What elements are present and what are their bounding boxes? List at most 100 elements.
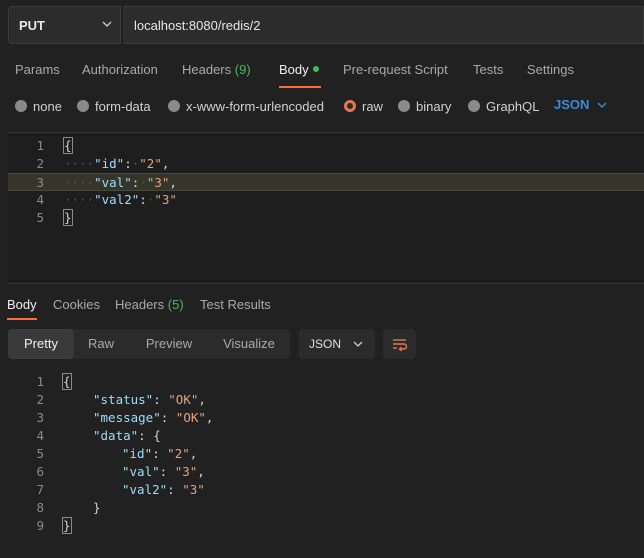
tab-label: Authorization [82,62,158,77]
separator: , [197,464,205,479]
json-key: "val2" [94,192,140,207]
tab-label: Tests [473,62,504,77]
json-key: "val" [94,175,132,190]
radio-circle [398,100,410,112]
json-value: "OK" [175,410,206,425]
chevron-down-icon [597,102,607,108]
code-line: 1 { [8,137,644,155]
tab-label: Settings [527,62,574,77]
view-mode-label: Pretty [24,336,58,351]
tab-label: Body [7,297,37,312]
tab-body[interactable]: Body [279,62,319,77]
view-mode-label: Visualize [223,336,275,351]
url-input[interactable]: localhost:8080/redis/2 [123,6,644,44]
response-tab-headers[interactable]: Headers (5) [115,297,184,312]
chevron-down-icon [102,21,112,27]
tab-tests[interactable]: Tests [473,62,503,77]
tab-authorization[interactable]: Authorization [82,62,158,77]
tab-label: Body [279,62,309,77]
radio-circle [468,100,480,112]
radio-circle-selected [344,100,356,112]
code-line: 7 "val2": "3" [0,481,636,499]
response-tab-test-results[interactable]: Test Results [200,297,271,312]
radio-form-data[interactable]: form-data [77,97,151,115]
open-brace: { [62,373,72,390]
view-mode-label: Preview [145,336,193,351]
radio-graphql[interactable]: GraphQL [468,97,539,115]
open-brace: { [153,428,161,443]
view-mode-pretty[interactable]: Pretty [8,329,74,359]
close-brace: } [93,500,101,515]
tab-label: Headers [115,297,165,312]
json-key: "id" [94,156,125,171]
json-value: "2" [139,156,162,171]
response-format-select[interactable]: JSON [299,329,375,359]
tab-pre-request-script[interactable]: Pre-request Script [343,62,448,77]
radio-circle [168,100,180,112]
line-number: 9 [36,518,44,533]
line-number: 3 [36,175,44,190]
line-number: 8 [36,500,44,515]
code-line: 2 ····"id":·"2", [8,155,644,173]
response-tab-cookies[interactable]: Cookies [53,297,100,312]
method-select[interactable]: PUT [8,6,121,44]
response-tab-body[interactable]: Body [7,297,37,312]
response-body-viewer: 1 { 2 "status": "OK", 3 "message": "OK",… [0,370,644,540]
open-brace: { [63,137,73,154]
radio-raw[interactable]: raw [344,97,383,115]
request-body-editor[interactable]: 1 { 2 ····"id":·"2", 3 ····"val":·"3", 4… [8,132,644,284]
url-text: localhost:8080/redis/2 [134,17,261,33]
view-mode-visualize[interactable]: Visualize [216,329,282,359]
line-number: 1 [36,138,44,153]
code-line: 1 { [0,373,636,391]
code-line: 4 "data": { [0,427,636,445]
tab-label: Params [15,62,60,77]
body-format-label: JSON [554,97,590,112]
code-line: 2 "status": "OK", [0,391,636,409]
radio-label: x-www-form-urlencoded [186,98,324,114]
view-mode-preview[interactable]: Preview [138,329,200,359]
code-line: 3 "message": "OK", [0,409,636,427]
code-line: 4 ····"val2":·"3" [8,191,644,209]
tab-settings[interactable]: Settings [527,62,574,77]
line-number: 3 [36,410,44,425]
tab-label: Headers [182,62,232,77]
separator: , [169,175,177,190]
json-value: "3" [146,175,170,190]
tab-params[interactable]: Params [15,62,60,77]
wrap-lines-icon [392,339,407,352]
radio-binary[interactable]: binary [398,97,451,115]
view-mode-switcher: Pretty Raw Preview Visualize [8,329,290,359]
method-label: PUT [19,17,45,33]
radio-label: raw [362,98,383,114]
tab-label: Test Results [200,297,271,312]
separator: , [161,156,170,171]
body-format-select[interactable]: JSON [554,97,607,112]
radio-label: form-data [95,98,151,114]
json-key: "id" [122,446,153,461]
line-number: 2 [36,156,44,171]
view-mode-label: Raw [87,336,114,351]
line-number: 5 [36,210,44,225]
json-key: "message" [93,410,161,425]
active-tab-indicator [279,86,321,88]
wrap-lines-button[interactable] [383,329,416,359]
json-value: "OK" [168,392,199,407]
tab-headers[interactable]: Headers (9) [182,62,251,77]
chevron-down-icon [353,341,363,347]
code-line: 5 "id": "2", [0,445,636,463]
view-mode-raw[interactable]: Raw [78,329,124,359]
json-value: "3" [154,192,177,207]
radio-x-www-form-urlencoded[interactable]: x-www-form-urlencoded [168,97,324,115]
tab-label: Pre-request Script [343,62,448,77]
json-value: "2" [167,446,190,461]
radio-circle [77,100,89,112]
json-key: "status" [93,392,154,407]
line-number: 1 [36,374,44,389]
line-number: 4 [36,428,44,443]
radio-none[interactable]: none [15,97,62,115]
code-line: 6 "val": "3", [0,463,636,481]
radio-label: GraphQL [486,98,540,114]
tab-label: Cookies [53,297,100,312]
body-indicator-dot [312,65,319,72]
